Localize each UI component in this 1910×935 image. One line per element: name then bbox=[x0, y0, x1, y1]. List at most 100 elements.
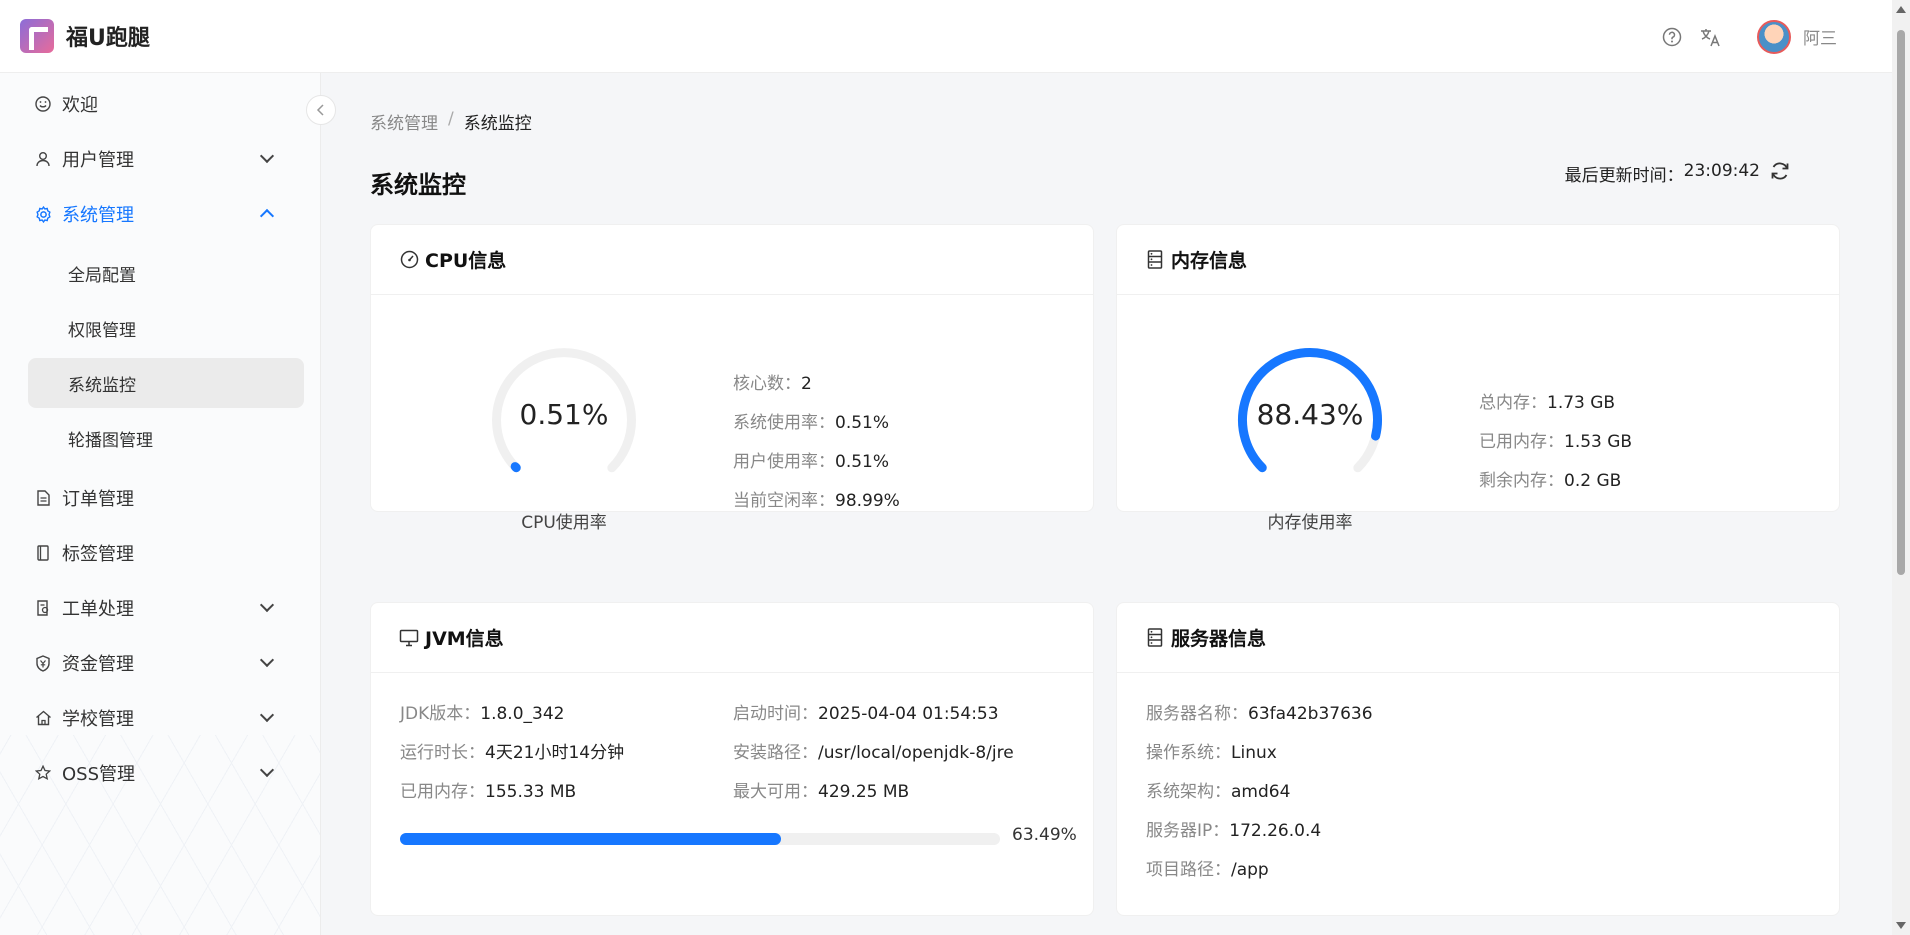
sidebar-subitem-label: 权限管理 bbox=[68, 320, 136, 341]
chevron-left-icon bbox=[316, 104, 324, 116]
memory-card-header: 内存信息 bbox=[1117, 225, 1839, 295]
stat-key: 启动时间： bbox=[733, 704, 818, 724]
scroll-thumb[interactable] bbox=[1897, 30, 1905, 575]
shield-yen-icon bbox=[34, 654, 52, 672]
memory-gauge-value: 88.43% bbox=[1256, 398, 1364, 431]
stat-key: 运行时长： bbox=[400, 743, 485, 763]
chevron-down-icon bbox=[259, 597, 275, 613]
server-arch: 系统架构：amd64 bbox=[1146, 777, 1290, 802]
stat-key: 安装路径： bbox=[733, 743, 818, 763]
stat-value: amd64 bbox=[1231, 782, 1291, 802]
sidebar-item-system[interactable]: 系统管理 bbox=[28, 189, 294, 239]
stat-key: 项目路径： bbox=[1146, 860, 1231, 880]
stat-key: 最大可用： bbox=[733, 782, 818, 802]
chevron-down-icon bbox=[259, 652, 275, 668]
stat-value: 1.53 GB bbox=[1564, 432, 1633, 452]
cpu-card-title: CPU信息 bbox=[425, 250, 507, 272]
memory-free: 剩余内存：0.2 GB bbox=[1479, 466, 1621, 491]
stat-value: 98.99% bbox=[835, 491, 900, 511]
jvm-usage-progress-fill bbox=[400, 833, 781, 845]
server-os: 操作系统：Linux bbox=[1146, 738, 1277, 763]
server-card: 服务器信息 服务器名称：63fa42b37636 操作系统：Linux 系统架构… bbox=[1116, 602, 1840, 916]
sidebar-item-label: OSS管理 bbox=[62, 764, 136, 785]
cpu-gauge-label: CPU使用率 bbox=[521, 513, 607, 533]
last-updated-label: 最后更新时间： bbox=[1564, 166, 1684, 186]
sidebar-item-oss[interactable]: OSS管理 bbox=[28, 748, 294, 798]
stat-key: 当前空闲率： bbox=[733, 491, 835, 511]
cpu-gauge-value: 0.51% bbox=[519, 398, 609, 431]
stat-value: 429.25 MB bbox=[818, 782, 910, 802]
memory-card-title: 内存信息 bbox=[1171, 250, 1248, 272]
sidebar-subitem-global-config[interactable]: 全局配置 bbox=[28, 248, 304, 298]
last-updated-time: 23:09:42 bbox=[1683, 161, 1760, 181]
memory-gauge-label: 内存使用率 bbox=[1267, 513, 1353, 533]
jvm-usage-progress bbox=[400, 833, 1000, 845]
refresh-icon bbox=[1771, 162, 1789, 180]
stat-key: 总内存： bbox=[1479, 393, 1547, 413]
top-header: 福U跑腿 阿三 bbox=[0, 0, 1892, 73]
chevron-up-icon bbox=[259, 208, 275, 224]
translate-icon[interactable] bbox=[1699, 26, 1721, 48]
help-icon[interactable] bbox=[1661, 26, 1683, 48]
sidebar-subitem-permissions[interactable]: 权限管理 bbox=[28, 303, 304, 353]
app-logo[interactable]: 福U跑腿 bbox=[20, 19, 150, 53]
jvm-jdk-version: JDK版本：1.8.0_342 bbox=[400, 699, 564, 724]
cpu-card: CPU信息 0.51% CPU使用率 核心数：2 系统使用率：0.51% 用户使… bbox=[370, 224, 1094, 533]
sidebar-item-schools[interactable]: 学校管理 bbox=[28, 693, 294, 743]
home-icon bbox=[34, 709, 52, 727]
stat-value: /usr/local/openjdk-8/jre bbox=[818, 743, 1014, 763]
cpu-user-usage: 用户使用率：0.51% bbox=[733, 447, 889, 472]
sidebar-item-welcome[interactable]: 欢迎 bbox=[28, 79, 294, 129]
stat-value: 0.51% bbox=[835, 452, 890, 472]
book-icon bbox=[34, 544, 52, 562]
sidebar-item-users[interactable]: 用户管理 bbox=[28, 134, 294, 184]
sidebar-item-tags[interactable]: 标签管理 bbox=[28, 528, 294, 578]
scroll-up-arrow-icon[interactable] bbox=[1896, 6, 1906, 13]
stat-key: 系统使用率： bbox=[733, 413, 835, 433]
stat-value: 0.2 GB bbox=[1564, 471, 1622, 491]
chevron-down-icon bbox=[259, 707, 275, 723]
sidebar-item-label: 标签管理 bbox=[62, 544, 134, 565]
memory-icon bbox=[1145, 250, 1165, 270]
app-name: 福U跑腿 bbox=[66, 26, 150, 51]
stat-value: 2 bbox=[801, 374, 812, 394]
chevron-down-icon bbox=[259, 148, 275, 164]
stat-key: JDK版本： bbox=[400, 704, 481, 724]
username[interactable]: 阿三 bbox=[1803, 24, 1837, 49]
cpu-idle-rate: 当前空闲率：98.99% bbox=[733, 486, 900, 511]
server-icon bbox=[1145, 628, 1165, 648]
sidebar-item-label: 工单处理 bbox=[62, 599, 134, 620]
collapse-sidebar-button[interactable] bbox=[306, 95, 336, 125]
sidebar-subitem-carousel[interactable]: 轮播图管理 bbox=[28, 413, 304, 463]
sidebar-item-finance[interactable]: 资金管理 bbox=[28, 638, 294, 688]
server-name: 服务器名称：63fa42b37636 bbox=[1146, 699, 1373, 724]
stat-key: 核心数： bbox=[733, 374, 801, 394]
sidebar-subitem-monitor[interactable]: 系统监控 bbox=[28, 358, 304, 408]
server-card-header: 服务器信息 bbox=[1117, 603, 1839, 673]
jvm-card-header: JVM信息 bbox=[371, 603, 1093, 673]
server-ip: 服务器IP：172.26.0.4 bbox=[1146, 816, 1321, 841]
page-title: 系统监控 bbox=[370, 171, 466, 199]
cpu-cores: 核心数：2 bbox=[733, 369, 812, 394]
breadcrumb-parent[interactable]: 系统管理 bbox=[370, 109, 438, 134]
sidebar-subitem-label: 全局配置 bbox=[68, 265, 136, 286]
sidebar-item-tickets[interactable]: 工单处理 bbox=[28, 583, 294, 633]
chevron-down-icon bbox=[259, 762, 275, 778]
stat-key: 用户使用率： bbox=[733, 452, 835, 472]
refresh-button[interactable] bbox=[1768, 159, 1792, 183]
page-scrollbar[interactable] bbox=[1892, 0, 1910, 935]
scroll-down-arrow-icon[interactable] bbox=[1896, 922, 1906, 929]
sidebar-item-label: 用户管理 bbox=[62, 150, 134, 171]
stat-value: 2025-04-04 01:54:53 bbox=[818, 704, 999, 724]
stat-key: 操作系统： bbox=[1146, 743, 1231, 763]
sidebar-item-label: 学校管理 bbox=[62, 709, 134, 730]
smile-icon bbox=[34, 95, 52, 113]
logo-icon bbox=[20, 19, 54, 53]
avatar[interactable] bbox=[1757, 19, 1791, 54]
sidebar-item-label: 欢迎 bbox=[62, 95, 98, 116]
sidebar-item-orders[interactable]: 订单管理 bbox=[28, 473, 294, 523]
breadcrumb: 系统管理 / 系统监控 bbox=[370, 109, 532, 134]
jvm-start-time: 启动时间：2025-04-04 01:54:53 bbox=[733, 699, 999, 724]
last-updated: 最后更新时间： 23:09:42 bbox=[1565, 161, 1760, 186]
jvm-used-memory: 已用内存：155.33 MB bbox=[400, 777, 576, 802]
